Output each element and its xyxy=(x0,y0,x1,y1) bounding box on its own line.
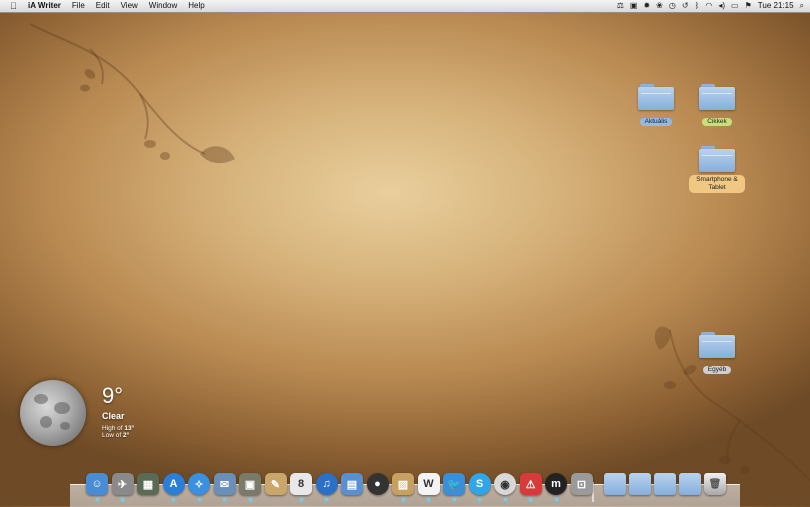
weather-high-label: High of xyxy=(102,425,123,432)
running-indicator xyxy=(197,498,201,501)
pictures-stack-icon[interactable] xyxy=(679,473,701,495)
skype-icon[interactable]: S xyxy=(468,473,491,495)
running-indicator xyxy=(554,498,558,501)
desktop-folder[interactable]: Smartphone & Tablet xyxy=(682,146,752,194)
menu-help[interactable]: Help xyxy=(188,0,204,12)
folder-icon xyxy=(638,84,674,110)
dvd-player-icon[interactable]: ● xyxy=(366,473,389,495)
desktop-folder[interactable]: Aktuális xyxy=(621,84,691,128)
menu-file[interactable]: File xyxy=(72,0,85,12)
paw-icon[interactable]: ❀ xyxy=(656,0,663,12)
apple-icon[interactable]:  xyxy=(10,0,20,12)
app-store-icon[interactable]: A xyxy=(162,473,185,495)
running-indicator xyxy=(299,498,303,501)
menu-edit[interactable]: Edit xyxy=(96,0,110,12)
spotlight-icon[interactable]: ⌕ xyxy=(800,0,804,12)
trash-icon[interactable]: 🗑 xyxy=(704,473,726,495)
running-indicator xyxy=(172,498,175,501)
running-indicator xyxy=(95,498,99,501)
screenshot-icon[interactable]: ⊡ xyxy=(570,473,593,495)
dock: ☺ ✈ ▦ A ✧ ✉ ▣ ✎ 8 ♫ ▤ ● ▨ W 🐦 S ◉ ⚠ m ⊡ 🗑 xyxy=(84,470,740,502)
running-indicator xyxy=(121,498,124,501)
menu-window[interactable]: Window xyxy=(149,0,177,12)
chrome-icon[interactable]: ◉ xyxy=(494,473,516,495)
notes-icon[interactable]: ✎ xyxy=(264,473,287,495)
folder-icon xyxy=(699,332,735,358)
itunes-icon[interactable]: ♫ xyxy=(315,473,338,495)
running-indicator xyxy=(427,498,430,501)
weather-low-value: 2° xyxy=(122,432,130,439)
evernote-badge-icon[interactable]: ⚠ xyxy=(519,473,542,495)
running-indicator xyxy=(401,498,405,501)
scale-icon[interactable]: ⚖ xyxy=(617,0,624,12)
mendeley-icon[interactable]: m xyxy=(545,473,567,495)
finder-icon[interactable]: ☺ xyxy=(86,473,108,495)
running-indicator xyxy=(325,498,328,501)
weather-low-label: Low of xyxy=(102,432,122,439)
weather-temperature: 9° xyxy=(102,383,124,408)
archive-utility-icon[interactable]: ▨ xyxy=(392,473,414,495)
folder-label: Egyéb xyxy=(702,366,732,374)
brightness-icon[interactable]: ✹ xyxy=(643,0,650,12)
timemachine-icon[interactable]: ↺ xyxy=(682,0,689,12)
volume-icon[interactable]: ◂) xyxy=(718,0,725,12)
folder-icon xyxy=(699,84,735,110)
downloads-stack-icon[interactable] xyxy=(654,473,676,495)
app-menu[interactable]: iA Writer xyxy=(28,0,61,12)
bluetooth-icon[interactable]: ᛒ xyxy=(695,0,700,12)
calendar-icon[interactable]: 8 xyxy=(290,473,312,495)
weather-high: High of 13° xyxy=(102,425,134,432)
menu-view[interactable]: View xyxy=(121,0,138,12)
twitter-icon[interactable]: 🐦 xyxy=(443,473,465,495)
clock-icon[interactable]: ◷ xyxy=(669,0,676,12)
safari-icon[interactable]: ✧ xyxy=(188,473,210,495)
folder-label: Aktuális xyxy=(639,118,673,126)
folder-icon xyxy=(699,146,735,172)
menubar-clock[interactable]: Tue 21:15 xyxy=(758,0,794,12)
launchpad-icon[interactable]: ✈ xyxy=(111,473,134,495)
desktop-folder[interactable]: Cikkek xyxy=(682,84,752,128)
status-area: ⚖ ▣ ✹ ❀ ◷ ↺ ᛒ ◠ ◂) ▭ ⚑ Tue 21:15 ⌕ xyxy=(617,0,804,12)
moon-icon xyxy=(20,380,86,446)
applications-stack-icon[interactable] xyxy=(604,473,626,495)
documents-stack-icon[interactable] xyxy=(629,473,651,495)
ia-writer-icon[interactable]: W xyxy=(417,473,440,495)
running-indicator xyxy=(503,498,507,501)
menu-bar:  iA Writer File Edit View Window Help ⚖… xyxy=(0,0,810,13)
photos-icon[interactable]: ▣ xyxy=(239,473,261,495)
running-indicator xyxy=(452,498,456,501)
running-indicator xyxy=(223,498,226,501)
battery-icon[interactable]: ▭ xyxy=(731,0,739,12)
running-indicator xyxy=(478,498,481,501)
finder-icon[interactable]: ▣ xyxy=(630,0,638,12)
mail-icon[interactable]: ✉ xyxy=(213,473,236,495)
flag-icon[interactable]: ⚑ xyxy=(745,0,752,12)
folder-label: Smartphone & Tablet xyxy=(689,175,745,193)
desktop-folder[interactable]: Egyéb xyxy=(682,332,752,376)
books-icon[interactable]: ▤ xyxy=(341,473,363,495)
branch-decoration-top-left xyxy=(30,23,235,164)
running-indicator xyxy=(248,498,252,501)
weather-low: Low of 2° xyxy=(102,432,129,439)
running-indicator xyxy=(529,498,532,501)
mission-control-icon[interactable]: ▦ xyxy=(137,473,159,495)
folder-label: Cikkek xyxy=(702,118,732,126)
weather-high-value: 13° xyxy=(124,425,135,432)
wifi-icon[interactable]: ◠ xyxy=(705,0,712,12)
weather-condition: Clear xyxy=(102,411,125,421)
